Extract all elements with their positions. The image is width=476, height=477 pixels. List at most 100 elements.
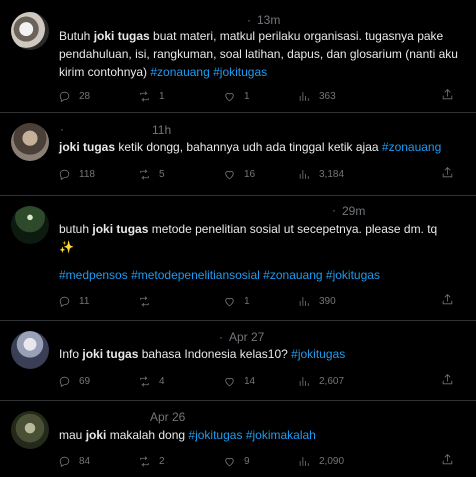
hashtag-link[interactable]: #zonauang — [150, 65, 209, 79]
reply-icon — [59, 169, 70, 180]
like-icon — [225, 170, 234, 179]
retweet-icon — [140, 375, 149, 387]
tweet-time[interactable]: 13m — [257, 13, 280, 27]
retweet-count: 1 — [159, 90, 165, 102]
views-button[interactable]: 390 — [298, 293, 336, 309]
avatar[interactable] — [11, 331, 49, 369]
tweet-actions: 69 4 14 2,607 — [58, 373, 453, 389]
hashtag-link[interactable]: #jokitugas — [291, 347, 345, 361]
tweet-time[interactable]: Apr 26 — [150, 410, 185, 424]
views-count: 2,607 — [319, 375, 345, 387]
share-button[interactable] — [441, 373, 454, 391]
retweet-icon — [140, 90, 149, 102]
tweet-actions: 84 2 9 2,090 — [58, 453, 453, 469]
like-button[interactable]: 14 — [223, 373, 255, 389]
tweet-actions: 11 1 390 — [58, 293, 453, 309]
retweet-button[interactable]: 2 — [138, 453, 165, 469]
retweet-button[interactable]: 1 — [138, 88, 165, 104]
hashtag-link[interactable]: #zonauang — [382, 140, 441, 154]
hashtag-link[interactable]: #metodepenelitiansosial — [131, 268, 260, 282]
share-icon — [442, 294, 453, 305]
retweet-count: 2 — [159, 455, 165, 467]
like-count: 1 — [244, 295, 250, 307]
share-button[interactable] — [441, 88, 454, 106]
like-button[interactable]: 9 — [223, 453, 250, 469]
tweet[interactable]: · 11h joki tugas ketik dongg, bahannya u… — [0, 113, 476, 196]
tweet[interactable]: Apr 26 mau joki makalah dong #jokitugas … — [0, 401, 476, 477]
share-button[interactable] — [441, 166, 454, 184]
share-icon — [442, 89, 453, 100]
views-count: 363 — [319, 90, 336, 102]
retweet-button[interactable]: 4 — [138, 373, 165, 389]
views-button[interactable]: 363 — [298, 88, 336, 104]
share-icon — [442, 454, 453, 465]
like-icon — [225, 457, 234, 466]
tweet[interactable]: · 29m butuh joki tugas metode penelitian… — [0, 196, 476, 321]
hashtag-link[interactable]: #zonauang — [263, 268, 322, 282]
reply-button[interactable]: 28 — [58, 88, 90, 104]
views-button[interactable]: 2,090 — [298, 453, 344, 469]
reply-count: 11 — [79, 295, 90, 307]
avatar[interactable] — [11, 123, 49, 161]
reply-button[interactable]: 11 — [58, 293, 89, 309]
views-button[interactable]: 3,184 — [298, 166, 344, 182]
hashtag-link[interactable]: #jokitugas — [188, 428, 242, 442]
tweet-time[interactable]: 29m — [342, 204, 365, 218]
reply-count: 69 — [79, 375, 91, 387]
like-count: 14 — [244, 375, 256, 387]
tweet-text: Info joki tugas bahasa Indonesia kelas10… — [59, 347, 346, 361]
tweet-time[interactable]: Apr 27 — [229, 330, 264, 344]
like-button[interactable]: 1 — [223, 88, 250, 104]
tweet[interactable]: · Apr 27 Info joki tugas bahasa Indonesi… — [0, 321, 476, 401]
retweet-button[interactable] — [138, 293, 159, 309]
tweet-text: butuh joki tugas metode penelitian sosia… — [59, 220, 464, 284]
tweet[interactable]: · 13m Butuh joki tugas buat materi, matk… — [0, 0, 476, 113]
share-button[interactable] — [441, 453, 454, 471]
author-separator: · — [247, 13, 251, 27]
tweet-actions: 118 5 16 3,184 — [58, 166, 453, 182]
like-count: 9 — [244, 455, 250, 467]
views-icon — [299, 169, 309, 179]
views-count: 2,090 — [319, 455, 345, 467]
hashtag-link[interactable]: #medpensos — [59, 268, 128, 282]
reply-icon — [59, 91, 70, 102]
retweet-icon — [140, 455, 149, 467]
like-icon — [225, 92, 234, 101]
tweet-actions: 28 1 1 363 — [58, 88, 453, 104]
views-icon — [299, 296, 309, 306]
reply-icon — [59, 376, 70, 387]
retweet-count: 4 — [159, 375, 165, 387]
reply-button[interactable]: 118 — [58, 166, 95, 182]
views-button[interactable]: 2,607 — [298, 373, 344, 389]
author-separator: · — [60, 122, 64, 136]
author-separator: · — [332, 203, 336, 217]
like-count: 16 — [244, 168, 256, 180]
avatar[interactable] — [11, 411, 49, 449]
hashtag-link[interactable]: #jokimakalah — [246, 428, 316, 442]
hashtag-link[interactable]: #jokitugas — [213, 65, 267, 79]
avatar[interactable] — [11, 206, 49, 244]
reply-count: 28 — [79, 90, 91, 102]
reply-count: 84 — [79, 455, 91, 467]
share-icon — [442, 167, 453, 178]
views-count: 390 — [319, 295, 336, 307]
retweet-count: 5 — [159, 168, 165, 180]
views-icon — [299, 456, 309, 466]
like-button[interactable]: 1 — [223, 293, 250, 309]
reply-icon — [59, 456, 70, 467]
reply-button[interactable]: 69 — [58, 373, 90, 389]
tweet-time[interactable]: 11h — [152, 123, 171, 137]
retweet-icon — [140, 295, 149, 307]
share-button[interactable] — [441, 293, 454, 311]
reply-count: 118 — [79, 168, 95, 180]
retweet-button[interactable]: 5 — [138, 166, 165, 182]
author-separator: · — [219, 330, 223, 344]
like-icon — [225, 377, 234, 386]
reply-button[interactable]: 84 — [58, 453, 90, 469]
search-results-feed: · 13m Butuh joki tugas buat materi, matk… — [0, 0, 476, 477]
avatar[interactable] — [11, 12, 49, 50]
hashtag-link[interactable]: #jokitugas — [326, 268, 380, 282]
tweet-text: Butuh joki tugas buat materi, matkul per… — [59, 29, 458, 79]
like-button[interactable]: 16 — [223, 166, 255, 182]
views-icon — [299, 91, 309, 101]
